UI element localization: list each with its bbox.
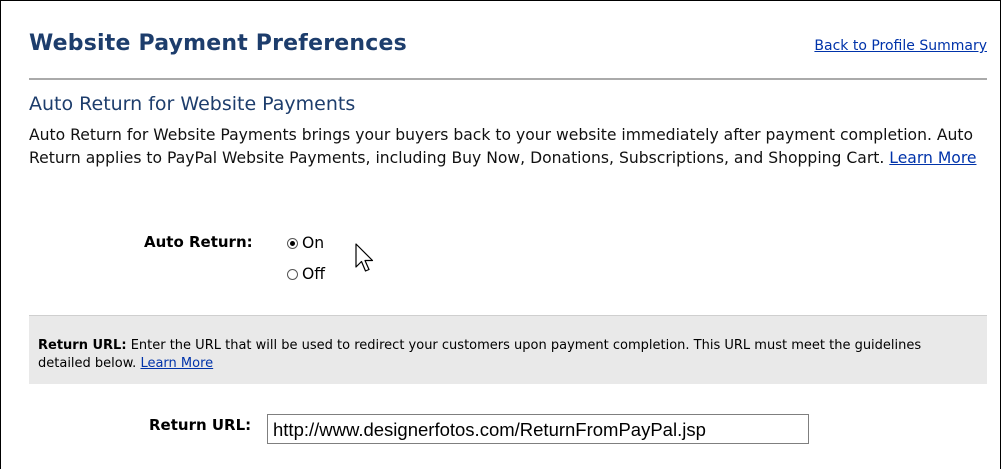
page-title: Website Payment Preferences [29,31,407,56]
auto-return-on-radio[interactable] [287,237,298,249]
auto-return-section-title: Auto Return for Website Payments [29,93,356,115]
auto-return-on-option[interactable]: On [287,234,324,252]
auto-return-description-text: Auto Return for Website Payments brings … [29,126,974,167]
auto-return-label: Auto Return: [144,233,253,251]
return-url-learn-more-link[interactable]: Learn More [140,356,213,371]
auto-return-learn-more-link[interactable]: Learn More [889,149,976,167]
auto-return-off-option[interactable]: Off [287,265,325,283]
return-url-note: Return URL: Enter the URL that will be u… [38,337,968,373]
return-url-input[interactable]: http://www.designerfotos.com/ReturnFromP… [267,414,809,444]
auto-return-off-label: Off [302,265,326,283]
auto-return-off-radio[interactable] [287,268,298,280]
return-url-label: Return URL: [149,416,252,434]
auto-return-description: Auto Return for Website Payments brings … [29,124,989,170]
mouse-pointer-icon [355,243,374,272]
auto-return-on-label: On [302,234,325,252]
header-divider [29,78,987,80]
back-to-profile-summary-link[interactable]: Back to Profile Summary [814,38,987,54]
return-url-note-label: Return URL: [38,338,127,353]
